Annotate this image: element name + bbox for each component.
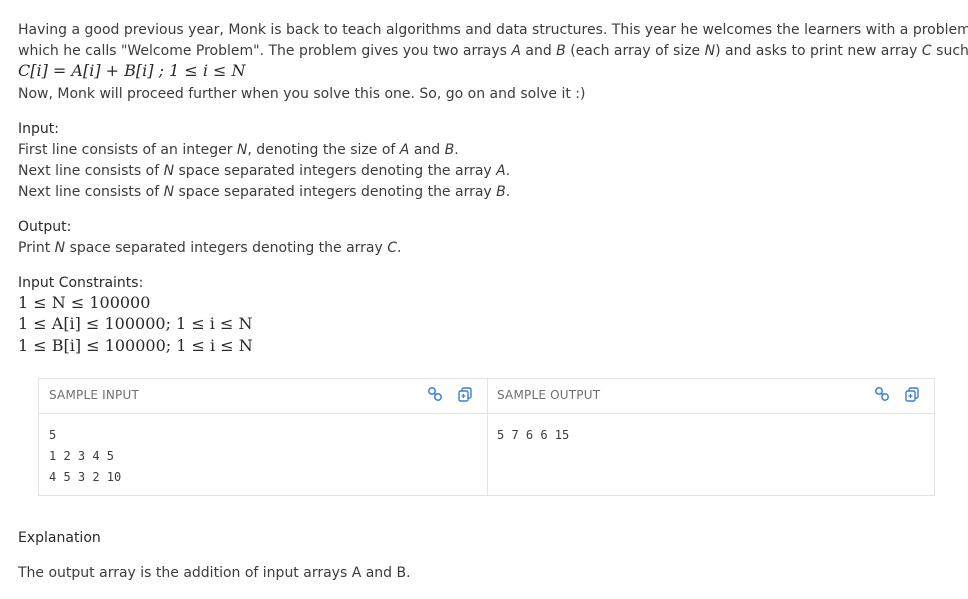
sample-input-text: 5 1 2 3 4 5 4 5 3 2 10: [49, 428, 122, 484]
input-text: space separated integers denoting the ar…: [174, 163, 497, 179]
var-a: A: [399, 142, 410, 158]
sample-input-header: SAMPLE INPUT: [39, 379, 487, 414]
var-c: C: [387, 240, 398, 256]
sample-input-column: SAMPLE INPUT 5 1 2 3 4 5 4 5 3 2 10: [39, 379, 488, 495]
var-b: B: [496, 184, 506, 200]
var-b: B: [444, 142, 455, 158]
input-text: space separated integers denoting the ar…: [174, 184, 497, 200]
copy-icon[interactable]: [904, 386, 920, 402]
output-text: space separated integers denoting the ar…: [65, 240, 388, 256]
link-icon[interactable]: [874, 386, 890, 402]
input-text: First line consists of an integer: [18, 142, 237, 158]
statement-text: (each array of size: [565, 43, 705, 59]
statement-text: which he calls "Welcome Problem". The pr…: [18, 43, 512, 59]
input-text: , denoting the size of: [247, 142, 400, 158]
output-heading: Output:: [18, 219, 72, 235]
statement-line-1: Having a good previous year, Monk is bac…: [18, 20, 968, 40]
constraint-1: 1 ≤ N ≤ 100000: [18, 293, 151, 312]
output-text: Print: [18, 240, 55, 256]
statement-text: such that:: [936, 43, 968, 59]
input-text: .: [505, 184, 511, 200]
input-heading: Input:: [18, 121, 59, 137]
var-a: A: [511, 43, 521, 59]
var-n: N: [163, 163, 175, 179]
sample-output-column: SAMPLE OUTPUT 5 7 6 6 15: [487, 379, 934, 495]
input-text: .: [505, 163, 511, 179]
var-a: A: [496, 163, 506, 179]
sample-input-actions: [427, 386, 473, 402]
input-line-2: Next line consists of N space separated …: [18, 161, 510, 181]
statement-text: ) and asks to print new array: [715, 43, 922, 59]
var-b: B: [556, 43, 566, 59]
output-line-1: Print N space separated integers denotin…: [18, 238, 401, 258]
statement-line-3: Now, Monk will proceed further when you …: [18, 86, 586, 102]
samples-panel: SAMPLE INPUT 5 1 2 3 4 5 4 5 3 2 10 SAMP…: [38, 378, 935, 496]
sample-output-header: SAMPLE OUTPUT: [487, 379, 934, 414]
link-icon[interactable]: [427, 386, 443, 402]
statement-line-2: which he calls "Welcome Problem". The pr…: [18, 41, 968, 61]
copy-icon[interactable]: [457, 386, 473, 402]
sample-input-label: SAMPLE INPUT: [49, 388, 139, 402]
input-text: Next line consists of: [18, 163, 164, 179]
constraint-2: 1 ≤ A[i] ≤ 100000; 1 ≤ i ≤ N: [18, 314, 253, 333]
explanation-heading: Explanation: [18, 530, 101, 546]
sample-output-actions: [874, 386, 920, 402]
output-text: .: [397, 240, 402, 256]
constraints-heading: Input Constraints:: [18, 275, 144, 291]
var-n: N: [163, 184, 175, 200]
input-line-1: First line consists of an integer N, den…: [18, 140, 459, 160]
input-text: .: [454, 142, 459, 158]
statement-text: Having a good previous year, Monk is bac…: [18, 22, 968, 38]
var-c: C: [921, 43, 932, 59]
explanation-text: The output array is the addition of inpu…: [18, 565, 411, 581]
var-n: N: [704, 43, 716, 59]
formula: C[i] = A[i] + B[i] ; 1 ≤ i ≤ N: [18, 61, 246, 80]
input-text: and: [409, 142, 445, 158]
var-n: N: [54, 240, 66, 256]
constraint-3: 1 ≤ B[i] ≤ 100000; 1 ≤ i ≤ N: [18, 336, 253, 355]
input-line-3: Next line consists of N space separated …: [18, 182, 510, 202]
sample-output-text: 5 7 6 6 15: [497, 428, 570, 442]
sample-output-label: SAMPLE OUTPUT: [497, 388, 601, 402]
var-n: N: [236, 142, 248, 158]
input-text: Next line consists of: [18, 184, 164, 200]
statement-text: and: [520, 43, 557, 59]
